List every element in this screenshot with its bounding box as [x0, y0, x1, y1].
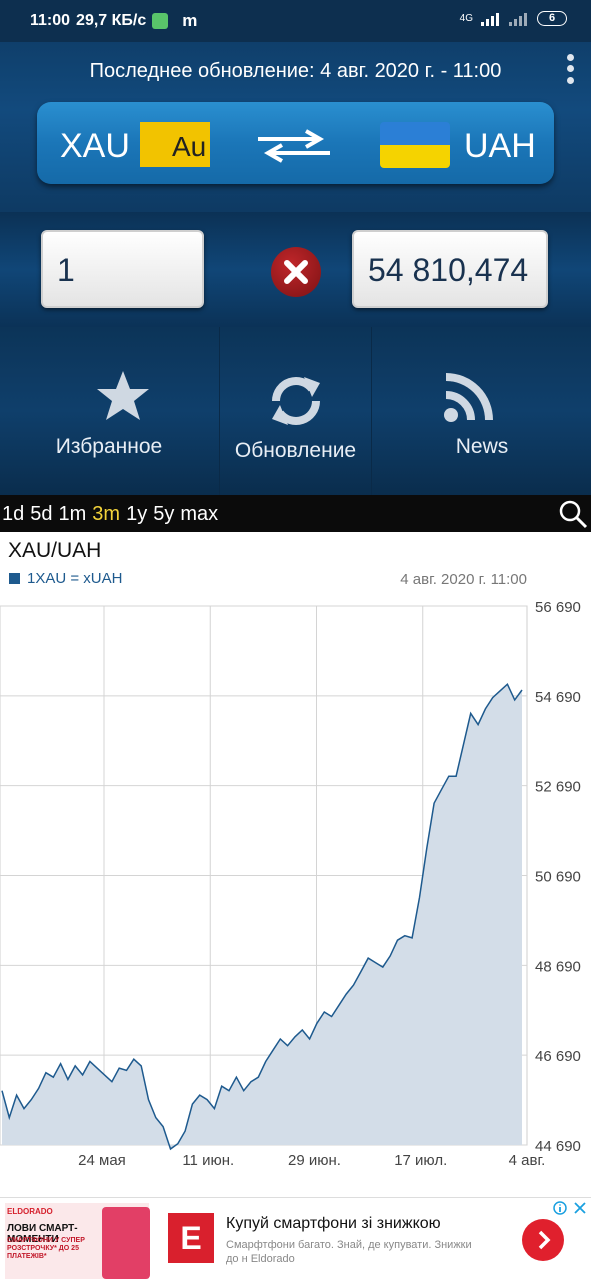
last-update-label: Последнее обновление: 4 авг. 2020 г. - 1…: [89, 60, 502, 82]
app-m-icon: m: [182, 11, 198, 30]
period-selector: 1d 5d 1m 3m 1y 5y max: [0, 495, 591, 532]
x-tick-label: 11 июн.: [182, 1152, 234, 1169]
legend-swatch: [9, 573, 20, 584]
app-header: Последнее обновление: 4 авг. 2020 г. - 1…: [0, 42, 591, 212]
signal-icon-2: [509, 12, 529, 26]
gold-badge-icon[interactable]: Au: [140, 122, 210, 167]
x-tick-label: 29 июн.: [288, 1152, 341, 1169]
period-tab-max[interactable]: max: [180, 503, 218, 526]
result-field[interactable]: 54 810,474: [352, 230, 548, 308]
status-right: 4G 6: [460, 11, 567, 26]
price-chart[interactable]: 56 69054 69052 69050 69048 69046 69044 6…: [0, 596, 591, 1178]
phone-image-icon: [102, 1207, 150, 1279]
close-icon: [284, 260, 308, 284]
amount-input[interactable]: 1: [41, 230, 204, 308]
x-tick-label: 17 июл.: [394, 1152, 447, 1169]
ad-image[interactable]: ELDORADO ЛОВИ СМАРТ-МОМЕНТИ СМАРТФОНИ У …: [5, 1203, 150, 1279]
ukraine-flag-icon[interactable]: [380, 122, 450, 168]
chart-date: 4 авг. 2020 г. 11:00: [400, 571, 527, 588]
action-bar: Избранное Обновление News: [0, 327, 591, 495]
ad-brand-name: ELDORADO: [7, 1207, 53, 1216]
refresh-icon: [272, 377, 320, 425]
android-icon: [152, 13, 169, 29]
ad-logo[interactable]: E: [168, 1213, 214, 1263]
favorites-label: Избранное: [55, 435, 163, 458]
chevron-right-icon: [538, 1230, 551, 1250]
chart-legend: 1XAU = xUAH: [9, 570, 122, 587]
refresh-button[interactable]: Обновление: [219, 327, 372, 495]
y-tick-label: 46 690: [535, 1048, 581, 1065]
ad-choices[interactable]: [553, 1201, 587, 1215]
y-tick-label: 56 690: [535, 599, 581, 616]
favorites-button[interactable]: Избранное: [0, 327, 218, 495]
signal-icon: [481, 12, 501, 26]
to-currency-code[interactable]: UAH: [464, 127, 536, 166]
legend-label: 1XAU = xUAH: [27, 570, 123, 587]
y-tick-label: 50 690: [535, 869, 581, 886]
ad-promo-sub: СМАРТФОНИ У СУПЕР РОЗСТРОЧКУ* ДО 25 ПЛАТ…: [7, 1237, 85, 1260]
clear-button[interactable]: [271, 247, 321, 297]
from-currency-code[interactable]: XAU: [60, 127, 130, 166]
status-speed: 29,7 КБ/с: [76, 12, 147, 29]
star-icon: [97, 371, 149, 420]
ad-banner[interactable]: ELDORADO ЛОВИ СМАРТ-МОМЕНТИ СМАРТФОНИ У …: [0, 1197, 591, 1280]
ad-title[interactable]: Купуй смартфони зі знижкою: [226, 1215, 441, 1233]
close-ad-icon[interactable]: [573, 1201, 587, 1215]
ad-description: Смарфтфони багато. Знай, де купувати. Зн…: [226, 1239, 472, 1265]
period-tab-5y[interactable]: 5y: [153, 503, 174, 526]
converter-panel: 1 54 810,474: [0, 212, 591, 327]
period-tab-1m[interactable]: 1m: [59, 503, 87, 526]
x-tick-label: 24 мая: [78, 1152, 126, 1169]
gold-badge-label: Au: [172, 131, 207, 162]
info-icon[interactable]: [553, 1201, 567, 1215]
refresh-label: Обновление: [234, 439, 357, 462]
search-icon[interactable]: [557, 498, 589, 530]
chart-title: XAU/UAH: [8, 539, 102, 562]
status-bar: 11:00 29,7 КБ/с m 4G 6: [0, 0, 591, 42]
news-label: News: [455, 435, 509, 458]
y-tick-label: 48 690: [535, 958, 581, 975]
battery-icon: 6: [537, 11, 567, 26]
y-tick-label: 54 690: [535, 689, 581, 706]
status-time: 11:00: [30, 12, 71, 29]
ad-open-button[interactable]: [522, 1219, 564, 1261]
news-button[interactable]: News: [373, 327, 591, 495]
currency-pair-selector[interactable]: XAU Au UAH: [37, 102, 554, 184]
period-tab-1y[interactable]: 1y: [126, 503, 147, 526]
period-tab-5d[interactable]: 5d: [30, 503, 52, 526]
rss-icon: [444, 373, 493, 422]
period-tabs: 1d 5d 1m 3m 1y 5y max: [2, 503, 218, 526]
x-tick-label: 4 авг.: [509, 1152, 546, 1169]
status-left: 11:00 29,7 КБ/с m: [30, 11, 197, 31]
more-menu-icon[interactable]: [563, 52, 577, 86]
swap-icon[interactable]: [254, 128, 334, 164]
period-tab-3m[interactable]: 3m: [92, 503, 120, 526]
network-type: 4G: [459, 13, 473, 24]
y-tick-label: 52 690: [535, 779, 581, 796]
period-tab-1d[interactable]: 1d: [2, 503, 24, 526]
